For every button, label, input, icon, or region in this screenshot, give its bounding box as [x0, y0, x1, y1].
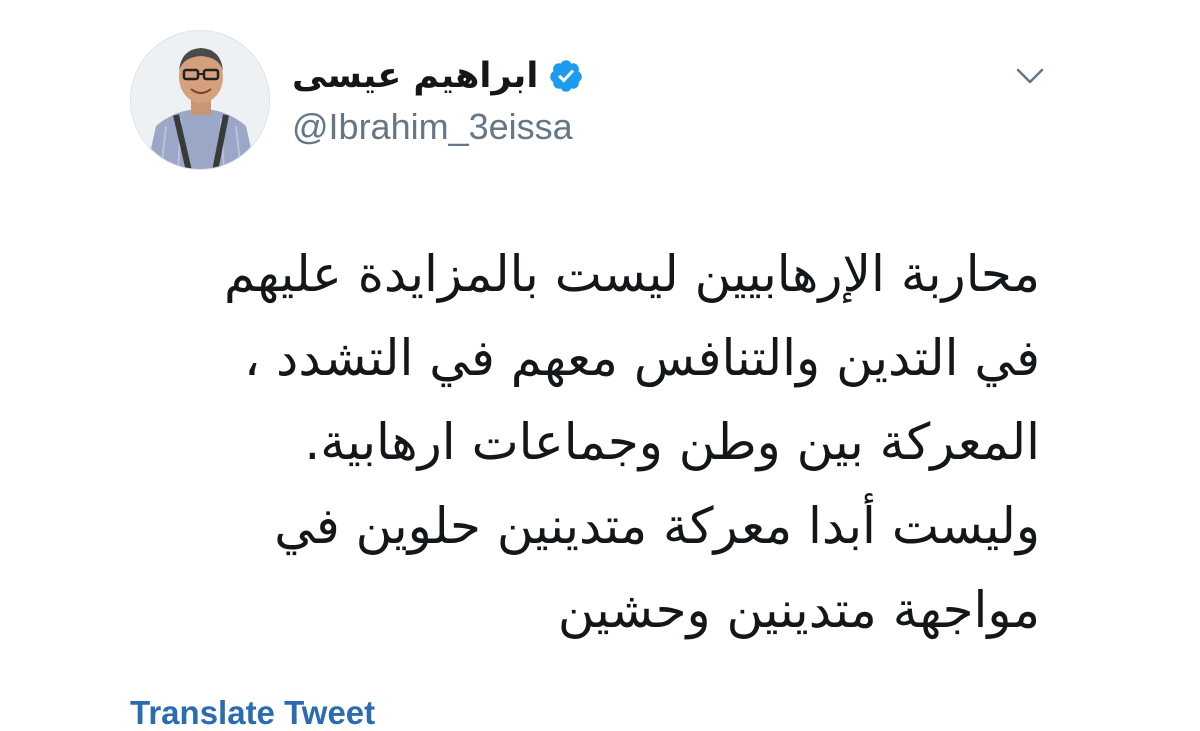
tweet-text-line: وليست أبدا معركة متدينين حلوين في [274, 497, 1040, 555]
translate-tweet-link[interactable]: Translate Tweet [130, 694, 375, 731]
tweet-text-line: مواجهة متدينين وحشين [557, 581, 1040, 639]
tweet-menu-button[interactable] [1010, 56, 1050, 96]
author-name-row[interactable]: ابراهيم عيسى [292, 48, 584, 104]
tweet-text-line: في التدين والتنافس معهم في التشدد ، [244, 329, 1040, 387]
author-handle[interactable]: @Ibrahim_3eissa [292, 106, 573, 148]
tweet-card: ابراهيم عيسى @Ibrahim_3eissa محاربة الإر… [0, 0, 1200, 731]
display-name[interactable]: ابراهيم عيسى [292, 56, 538, 96]
avatar[interactable] [130, 30, 270, 170]
tweet-text-line: محاربة الإرهابيين ليست بالمزايدة عليهم [224, 245, 1040, 303]
chevron-down-icon [1016, 68, 1044, 84]
tweet-text: محاربة الإرهابيين ليست بالمزايدة عليهم ف… [140, 232, 1040, 652]
tweet-text-line: المعركة بين وطن وجماعات ارهابية. [304, 413, 1040, 471]
verified-badge-icon [550, 60, 583, 92]
avatar-image [131, 31, 269, 169]
